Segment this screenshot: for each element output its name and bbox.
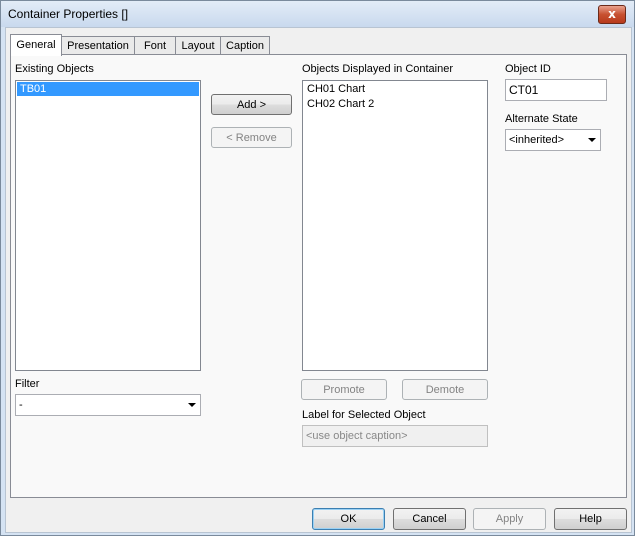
close-button[interactable]: x <box>598 5 626 24</box>
help-button[interactable]: Help <box>554 508 627 530</box>
tab-presentation[interactable]: Presentation <box>61 36 135 55</box>
dialog-window: Container Properties [] x General Presen… <box>0 0 635 536</box>
filter-value: - <box>19 399 23 411</box>
list-item[interactable]: TB01 <box>17 82 199 96</box>
dialog-client-area: General Presentation Font Layout Caption… <box>5 27 632 533</box>
object-id-label: Object ID <box>505 63 551 75</box>
cancel-button[interactable]: Cancel <box>393 508 466 530</box>
filter-select[interactable]: - <box>15 394 201 416</box>
tab-general[interactable]: General <box>10 34 62 56</box>
apply-button[interactable]: Apply <box>473 508 546 530</box>
tab-font[interactable]: Font <box>134 36 176 55</box>
filter-label: Filter <box>15 378 40 390</box>
alternate-state-value: <inherited> <box>509 134 565 146</box>
existing-objects-list[interactable]: TB01 <box>15 80 201 371</box>
list-item[interactable]: CH02 Chart 2 <box>304 97 486 111</box>
general-tab-panel: Existing Objects TB01 Add > < Remove Obj… <box>10 54 627 498</box>
alternate-state-select[interactable]: <inherited> <box>505 129 601 151</box>
tab-layout[interactable]: Layout <box>175 36 221 55</box>
remove-button[interactable]: < Remove <box>211 127 292 148</box>
existing-objects-label: Existing Objects <box>15 63 94 75</box>
displayed-objects-list[interactable]: CH01 Chart CH02 Chart 2 <box>302 80 488 371</box>
selected-object-label-caption: Label for Selected Object <box>302 409 426 421</box>
demote-button[interactable]: Demote <box>402 379 488 400</box>
title-bar[interactable]: Container Properties [] x <box>1 1 634 27</box>
selected-object-label-input[interactable]: <use object caption> <box>302 425 488 447</box>
object-id-input[interactable]: CT01 <box>505 79 607 101</box>
close-icon: x <box>608 7 616 21</box>
promote-button[interactable]: Promote <box>301 379 387 400</box>
chevron-down-icon <box>188 403 196 407</box>
window-title: Container Properties [] <box>8 7 129 21</box>
ok-button[interactable]: OK <box>312 508 385 530</box>
alternate-state-label: Alternate State <box>505 113 578 125</box>
chevron-down-icon <box>588 138 596 142</box>
list-item[interactable]: CH01 Chart <box>304 82 486 96</box>
tab-caption[interactable]: Caption <box>220 36 270 55</box>
displayed-objects-label: Objects Displayed in Container <box>302 63 454 75</box>
add-button[interactable]: Add > <box>211 94 292 115</box>
